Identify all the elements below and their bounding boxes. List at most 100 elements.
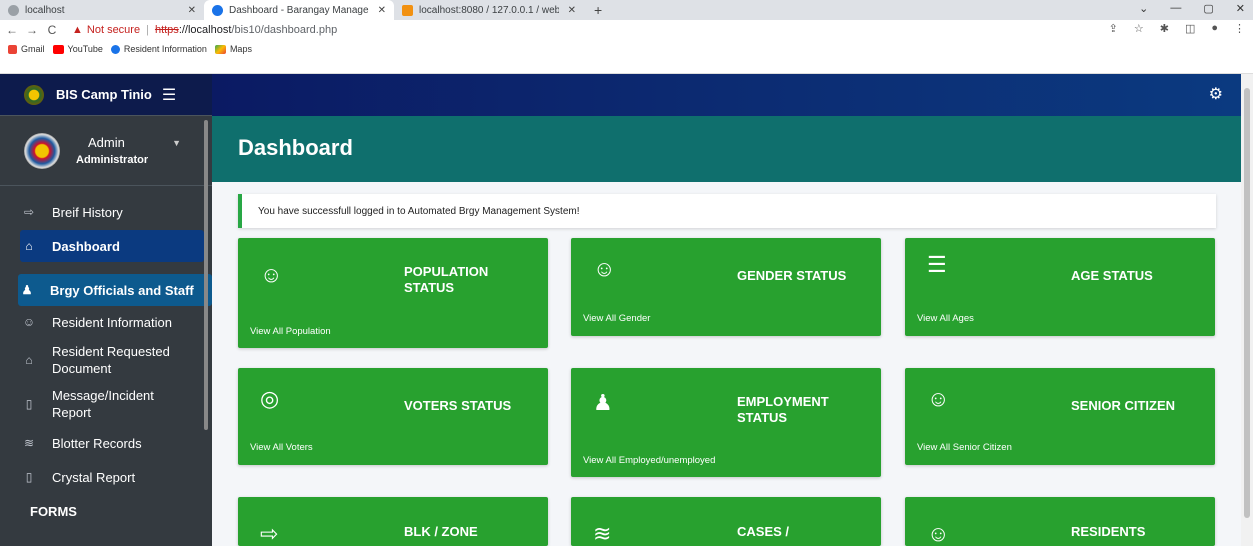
card-link[interactable]: View All Ages <box>917 313 974 324</box>
card-age-status[interactable]: ☰ AGE STATUS View All Ages <box>905 238 1215 336</box>
sidebar-item-label: Dashboard <box>52 238 120 254</box>
page-scrollbar-thumb[interactable] <box>1244 88 1250 518</box>
users-icon: ☺ <box>260 262 283 287</box>
sidebar-item-breif-history[interactable]: ⇨ Breif History <box>20 196 204 228</box>
sidebar: BIS Camp Tinio ☰ Admin Administrator ▼ ⇨… <box>0 74 212 546</box>
back-icon[interactable]: ← <box>4 23 20 37</box>
page-scrollbar[interactable] <box>1241 74 1253 546</box>
phpmyadmin-icon <box>402 4 413 16</box>
sidebar-item-resident-requested-document[interactable]: ⌂ Resident Requested Document <box>20 338 204 382</box>
card-voters-status[interactable]: ◎ VOTERS STATUS View All Voters <box>238 368 548 465</box>
not-secure-label: Not secure <box>86 24 141 36</box>
sidebar-item-resident-information[interactable]: ☺ Resident Information <box>20 306 204 338</box>
sidebar-item-label: Breif History <box>52 204 123 220</box>
forward-icon[interactable]: → <box>24 23 40 37</box>
minimize-icon[interactable]: — <box>1170 2 1181 15</box>
card-link[interactable]: View All Employed/unemployed <box>583 455 715 466</box>
tab-label: Dashboard - Barangay Managem <box>229 4 369 16</box>
new-tab-button[interactable]: + <box>584 0 612 20</box>
card-gender-status[interactable]: ☺ GENDER STATUS View All Gender <box>571 238 881 336</box>
user-tie-icon: ♟ <box>593 390 613 415</box>
home-icon: ⌂ <box>25 353 33 367</box>
card-population-status[interactable]: ☺ POPULATION STATUS View All Population <box>238 238 548 348</box>
close-icon[interactable]: ✕ <box>1236 2 1245 15</box>
card-link[interactable]: View All Gender <box>583 313 650 324</box>
close-icon[interactable]: ✕ <box>370 5 386 16</box>
tab-label: localhost <box>25 4 65 16</box>
maps-icon <box>214 44 226 54</box>
card-title: BLK / ZONE <box>404 524 478 539</box>
star-icon[interactable]: ☆ <box>1134 22 1144 35</box>
bookmarks-bar: Gmail YouTube Resident Information Maps <box>0 40 1253 74</box>
card-cases[interactable]: ≋ CASES / <box>571 497 881 546</box>
brand-logo <box>24 84 44 105</box>
list-icon: ☰ <box>927 252 947 277</box>
browser-tab-active[interactable]: Dashboard - Barangay Managem ✕ <box>204 0 394 20</box>
url-host: ://localhost <box>178 24 232 36</box>
card-link[interactable]: View All Senior Citizen <box>917 442 1012 453</box>
login-success-alert: You have successfull logged in to Automa… <box>238 194 1216 228</box>
brand[interactable]: BIS Camp Tinio ☰ <box>0 74 212 116</box>
card-title: SENIOR CITIZEN <box>1071 398 1176 413</box>
card-title: RESIDENTS <box>1071 524 1146 539</box>
sidebar-item-brgy-officials[interactable]: ♟ Brgy Officials and Staff <box>18 274 212 306</box>
card-link[interactable]: View All Population <box>250 326 331 337</box>
browser-tab[interactable]: localhost ✕ <box>0 0 204 20</box>
card-senior-citizen[interactable]: ☺ SENIOR CITIZEN View All Senior Citizen <box>905 368 1215 465</box>
sidebar-item-blotter-records[interactable]: ≋ Blotter Records <box>20 426 204 460</box>
close-icon[interactable]: ✕ <box>180 5 196 16</box>
url-field[interactable]: ▲ Not secure | https ://localhost /bis10… <box>72 24 337 36</box>
users-icon: ☺ <box>22 315 36 329</box>
browser-tab[interactable]: localhost:8080 / 127.0.0.1 / web ✕ <box>394 0 584 20</box>
card-title: CASES / <box>737 524 790 539</box>
profile-icon[interactable]: ● <box>1211 22 1218 35</box>
share-icon[interactable]: ⇪ <box>1109 22 1118 35</box>
sidebar-section-forms: FORMS <box>30 504 77 519</box>
menu-icon[interactable]: ⋮ <box>1234 22 1245 35</box>
sidepanel-icon[interactable]: ◫ <box>1185 22 1195 35</box>
bookmark-youtube[interactable]: YouTube <box>52 44 103 54</box>
caret-down-icon[interactable]: ▼ <box>172 138 181 148</box>
card-title: VOTERS STATUS <box>404 398 512 413</box>
sidebar-item-label: Crystal Report <box>52 469 136 485</box>
gear-icon[interactable]: ⚙ <box>1209 84 1223 104</box>
users-icon: ☺ <box>927 386 950 411</box>
sidebar-item-message-incident-report[interactable]: ▯ Message/Incident Report <box>20 382 204 426</box>
file-icon: ▯ <box>25 397 33 411</box>
reload-icon[interactable]: C <box>44 23 60 37</box>
sidebar-item-label: Blotter Records <box>52 435 142 451</box>
bookmark-resident-information[interactable]: Resident Information <box>110 44 207 54</box>
users-icon: ☺ <box>593 256 616 281</box>
maximize-icon[interactable]: ▢ <box>1203 2 1213 15</box>
brand-name: BIS Camp Tinio <box>56 87 152 102</box>
sidebar-item-crystal-report[interactable]: ▯ Crystal Report <box>20 460 204 494</box>
page-title: Dashboard <box>238 135 353 160</box>
sidebar-menu: ⇨ Breif History ⌂ Dashboard ♟ Brgy Offic… <box>0 186 212 519</box>
sidebar-item-dashboard[interactable]: ⌂ Dashboard <box>20 230 204 262</box>
sidebar-item-label: Message/Incident Report <box>52 388 154 420</box>
globe-icon <box>8 4 19 16</box>
sidebar-item-label: Resident Information <box>52 314 172 330</box>
gmail-icon <box>8 44 17 54</box>
window-controls: ⌄ — ▢ ✕ <box>1139 2 1245 15</box>
content-header: Dashboard <box>212 116 1241 182</box>
hamburger-icon[interactable]: ☰ <box>162 85 176 105</box>
sidebar-scrollbar[interactable] <box>204 120 208 430</box>
card-blk-zone[interactable]: ⇨ BLK / ZONE <box>238 497 548 546</box>
address-bar: ← → C ▲ Not secure | https ://localhost … <box>0 20 1253 40</box>
card-title: GENDER STATUS <box>737 268 847 283</box>
browser-actions: ⇪ ☆ ✱ ◫ ● ⋮ <box>1109 22 1245 35</box>
chevron-down-icon[interactable]: ⌄ <box>1139 2 1148 15</box>
card-employment-status[interactable]: ♟ EMPLOYMENT STATUS View All Employed/un… <box>571 368 881 477</box>
bookmark-maps[interactable]: Maps <box>214 44 252 54</box>
bookmark-gmail[interactable]: Gmail <box>8 44 45 54</box>
url-separator: | <box>146 24 149 36</box>
avatar <box>24 132 60 169</box>
card-link[interactable]: View All Voters <box>250 442 313 453</box>
file-icon: ▯ <box>25 470 33 484</box>
close-icon[interactable]: ✕ <box>560 5 576 16</box>
extensions-icon[interactable]: ✱ <box>1160 22 1169 35</box>
browser-tabbar: localhost ✕ Dashboard - Barangay Managem… <box>0 0 1253 20</box>
user-panel[interactable]: Admin Administrator ▼ <box>0 116 212 186</box>
card-residents[interactable]: ☺ RESIDENTS <box>905 497 1215 546</box>
